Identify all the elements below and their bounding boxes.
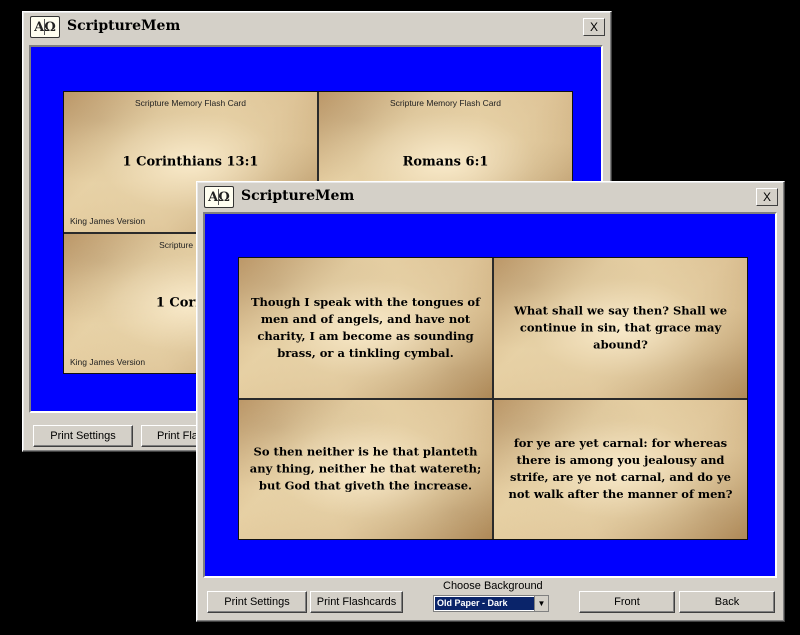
choose-background-label: Choose Background	[443, 580, 543, 592]
card-verse-text: So then neither is he that planteth any …	[249, 444, 482, 493]
card-verse-text: Though I speak with the tongues of men a…	[250, 294, 481, 360]
window-title: ScriptureMem	[67, 18, 181, 34]
close-button[interactable]: X	[756, 188, 778, 206]
background-selected-value: Old Paper - Dark	[435, 597, 534, 610]
front-window-titlebar[interactable]: AΩ ScriptureMem X	[197, 182, 784, 212]
background-select[interactable]: Old Paper - Dark ▼	[433, 595, 549, 612]
card-version: King James Version	[70, 357, 146, 367]
card-reference: Romans 6:1	[402, 154, 489, 170]
chevron-down-icon[interactable]: ▼	[534, 596, 548, 611]
back-button[interactable]: Back	[679, 591, 775, 613]
flashcard[interactable]: What shall we say then? Shall we continu…	[494, 258, 747, 398]
window-title: ScriptureMem	[241, 188, 355, 204]
card-display-panel: Though I speak with the tongues of men a…	[203, 212, 777, 578]
flashcard-grid: Though I speak with the tongues of men a…	[238, 257, 748, 540]
card-reference: 1 Corinthians 13:1	[122, 154, 259, 170]
card-heading: Scripture Memory Flash Card	[134, 98, 246, 108]
flashcard[interactable]: Though I speak with the tongues of men a…	[239, 258, 492, 398]
print-flashcards-button[interactable]: Print Flashcards	[310, 591, 403, 613]
card-version: King James Version	[70, 215, 146, 226]
card-verse-text: What shall we say then? Shall we continu…	[513, 303, 728, 352]
print-settings-button[interactable]: Print Settings	[33, 425, 133, 447]
front-window: AΩ ScriptureMem X Though I speak with th…	[196, 181, 785, 622]
front-button[interactable]: Front	[579, 591, 675, 613]
close-button[interactable]: X	[583, 18, 605, 36]
back-window-titlebar[interactable]: AΩ ScriptureMem X	[23, 12, 611, 42]
card-heading: Scripture Memory Flash Card	[389, 98, 501, 108]
flashcard[interactable]: for ye are yet carnal: for whereas there…	[494, 399, 747, 539]
book-icon: AΩ	[30, 16, 60, 38]
card-verse-text: for ye are yet carnal: for whereas there…	[508, 436, 733, 502]
book-icon: AΩ	[204, 186, 234, 208]
print-settings-button[interactable]: Print Settings	[207, 591, 307, 613]
flashcard[interactable]: So then neither is he that planteth any …	[239, 399, 492, 539]
